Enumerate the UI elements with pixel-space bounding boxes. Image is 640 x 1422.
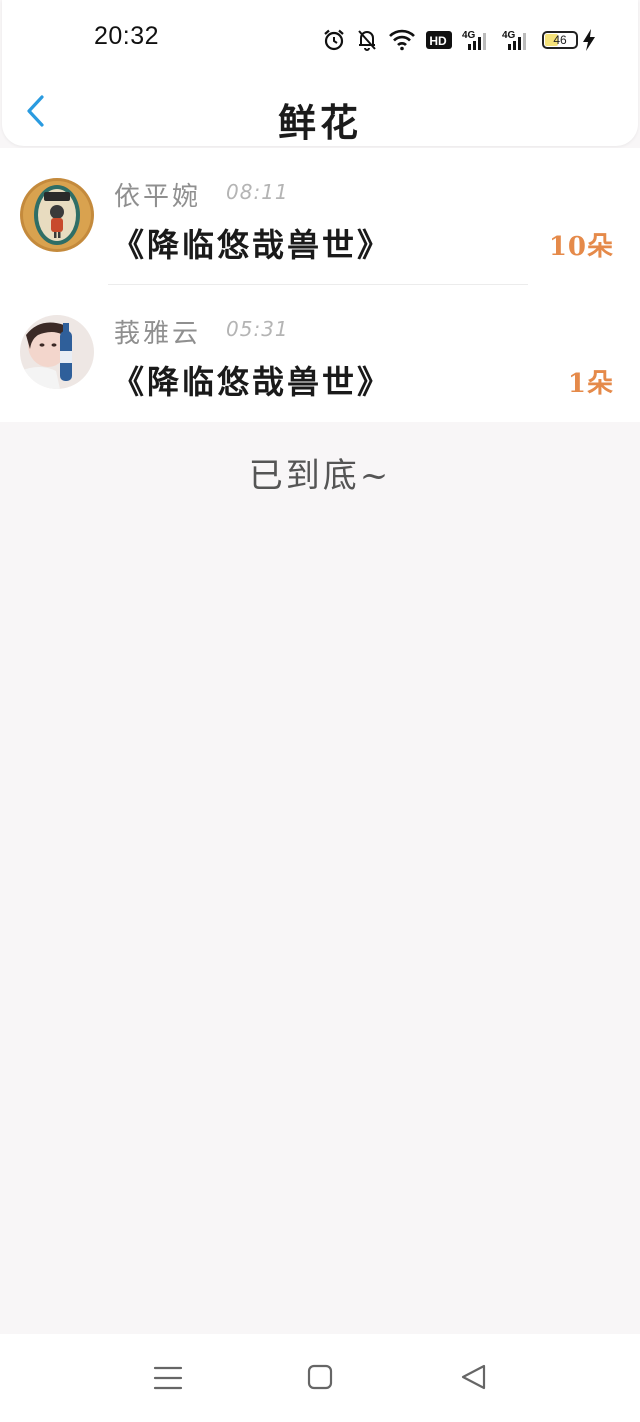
bell-off-icon <box>356 28 378 52</box>
header: 20:32 HD 4G 4G 46 鲜花 <box>2 0 638 146</box>
home-square-icon <box>300 1362 340 1394</box>
send-time: 08:11 <box>226 180 289 204</box>
flower-count: 10朵 <box>548 232 614 262</box>
back-triangle-icon <box>454 1362 494 1394</box>
list-item[interactable]: 莪雅云 05:31 《降临悠哉兽世》 1朵 <box>0 285 640 422</box>
status-bar: 20:32 HD 4G 4G 46 <box>2 0 638 80</box>
menu-icon <box>148 1362 188 1394</box>
end-of-list-hint: 已到底~ <box>248 456 392 496</box>
signal-4g-icon: 4G <box>462 28 492 52</box>
status-time: 20:32 <box>94 22 160 50</box>
charging-icon <box>582 28 596 52</box>
avatar[interactable] <box>20 315 94 389</box>
battery-icon: 46 <box>542 31 578 49</box>
flower-count: 1朵 <box>567 369 614 399</box>
hd-icon: HD <box>426 30 452 50</box>
book-title: 《降临悠哉兽世》 <box>112 363 393 401</box>
app-root: 20:32 HD 4G 4G 46 鲜花 依平婉 08:11 《降临悠哉兽世》 … <box>0 0 640 1422</box>
status-icons: HD 4G 4G 46 <box>322 26 596 54</box>
send-time: 05:31 <box>226 317 289 341</box>
list-item[interactable]: 依平婉 08:11 《降临悠哉兽世》 10朵 <box>0 148 640 285</box>
avatar[interactable] <box>20 178 94 252</box>
page-title: 鲜花 <box>277 100 362 145</box>
svg-text:4G: 4G <box>462 30 476 41</box>
nav-back-button[interactable] <box>454 1362 494 1394</box>
nav-menu-button[interactable] <box>148 1362 188 1394</box>
user-name: 莪雅云 <box>114 319 202 349</box>
title-bar: 鲜花 <box>2 80 638 146</box>
wifi-icon <box>388 29 416 51</box>
user-name: 依平婉 <box>114 182 202 212</box>
alarm-icon <box>322 28 346 52</box>
book-title: 《降临悠哉兽世》 <box>112 226 393 264</box>
system-nav-bar <box>0 1334 640 1422</box>
flower-list: 依平婉 08:11 《降临悠哉兽世》 10朵 莪雅云 05:31 《降临悠哉兽世… <box>0 148 640 422</box>
signal-4g-icon: 4G <box>502 28 532 52</box>
svg-text:HD: HD <box>429 34 447 48</box>
nav-home-button[interactable] <box>300 1362 340 1394</box>
svg-text:4G: 4G <box>502 30 516 41</box>
battery-level: 46 <box>553 33 567 47</box>
